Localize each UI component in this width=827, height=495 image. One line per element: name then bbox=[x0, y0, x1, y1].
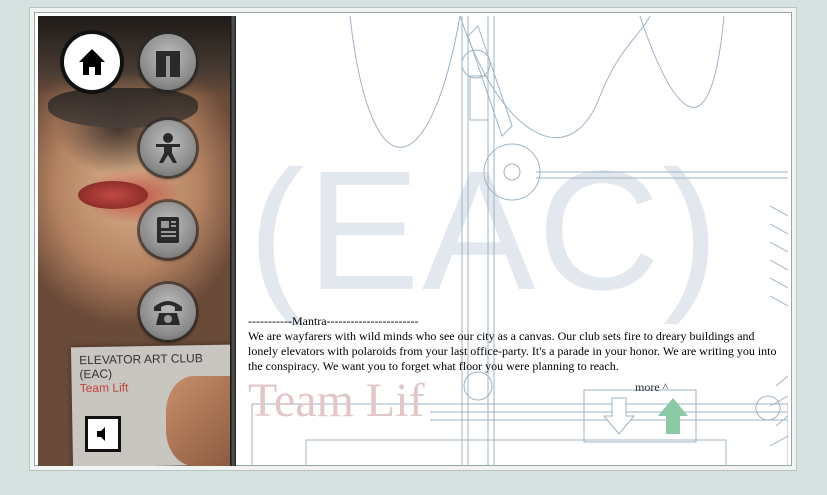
newspaper-icon bbox=[157, 217, 179, 243]
scroll-down-button[interactable] bbox=[602, 396, 636, 436]
mantra-text-block: -----------Mantra-----------------------… bbox=[248, 314, 778, 374]
person-icon bbox=[156, 133, 180, 163]
more-label: more bbox=[635, 380, 660, 394]
site-frame: ELEVATOR ART CLUB (EAC) Team Lift (EAC) … bbox=[30, 8, 796, 470]
caret-up-icon: ^ bbox=[662, 380, 669, 394]
nav-gift-button[interactable] bbox=[140, 34, 196, 90]
mantra-body: We are wayfarers with wild minds who see… bbox=[248, 329, 777, 373]
sound-toggle-button[interactable] bbox=[85, 416, 121, 452]
arrow-up-icon bbox=[658, 398, 688, 434]
team-lift-watermark: Team Lif bbox=[248, 374, 425, 427]
nav-person-button[interactable] bbox=[140, 120, 196, 176]
nav-news-button[interactable] bbox=[140, 202, 196, 258]
more-link[interactable]: more ^ bbox=[635, 380, 668, 395]
panel-divider bbox=[230, 16, 236, 466]
telephone-icon bbox=[154, 301, 182, 325]
card-title: ELEVATOR ART CLUB bbox=[79, 351, 203, 368]
arrow-down-icon bbox=[602, 397, 636, 435]
nav-contact-button[interactable] bbox=[140, 284, 196, 340]
photo-panel: ELEVATOR ART CLUB (EAC) Team Lift bbox=[38, 16, 234, 466]
speaker-icon bbox=[97, 427, 105, 441]
mantra-heading: -----------Mantra----------------------- bbox=[248, 314, 419, 328]
photo-lips bbox=[78, 181, 148, 209]
main-content: (EAC) Team Lif -----------Mantra--------… bbox=[240, 16, 788, 466]
scroll-up-button[interactable] bbox=[656, 396, 690, 436]
nav-home-button[interactable] bbox=[64, 34, 120, 90]
photo-hand bbox=[166, 376, 234, 466]
home-icon bbox=[75, 45, 109, 79]
gift-icon bbox=[156, 51, 180, 77]
